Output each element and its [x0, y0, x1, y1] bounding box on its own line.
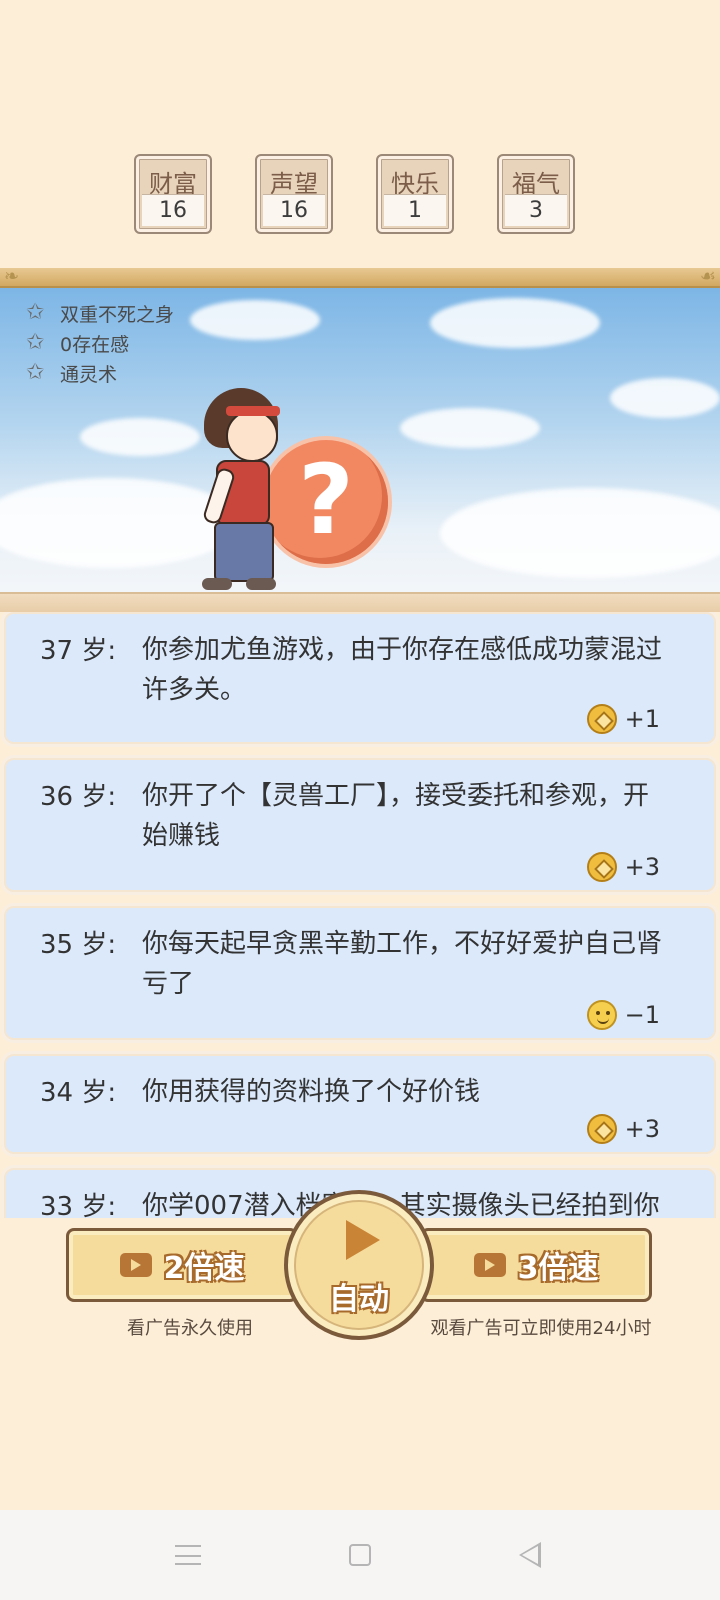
coin-icon [586, 704, 617, 734]
auto-play-button[interactable]: 自动 [284, 1190, 434, 1340]
menu-button[interactable] [168, 1538, 208, 1572]
character-headband [226, 406, 280, 416]
player-character [196, 384, 296, 592]
event-age: 37 岁: [40, 636, 117, 666]
trait-label: 0存在感 [60, 333, 130, 356]
system-nav-bar [0, 1510, 720, 1600]
play-icon [346, 1220, 380, 1260]
character-shoe [246, 578, 276, 590]
star-icon: ✩ [26, 300, 45, 325]
scene-frame: ❧ ☙ ✩ 双重不死之身 ✩ 0存在感 ✩ 通灵术 ? [0, 266, 720, 612]
speed-3x-note: 观看广告可立即使用24小时 [430, 1318, 652, 1339]
character-face [226, 410, 278, 462]
event-text: 你每天起早贪黑辛勤工作，不好好爱护自己肾亏了 [142, 929, 663, 999]
life-event-item: 35 岁: 你每天起早贪黑辛勤工作，不好好爱护自己肾亏了 −1 [4, 906, 716, 1040]
cloud [440, 488, 720, 578]
stat-value: 16 [142, 194, 204, 226]
trait-item: ✩ 通灵术 [26, 358, 174, 388]
trait-item: ✩ 双重不死之身 [26, 298, 174, 328]
speed-2x-button[interactable]: 2倍速 [66, 1228, 298, 1302]
trait-list: ✩ 双重不死之身 ✩ 0存在感 ✩ 通灵术 [26, 298, 174, 388]
life-event-item: 34 岁: 你用获得的资料换了个好价钱 +3 [4, 1054, 716, 1154]
character-shoe [202, 578, 232, 590]
speed-2x-label: 2倍速 [163, 1251, 245, 1286]
stat-wealth: 财富 16 [134, 154, 212, 234]
scene-bottom-border [0, 592, 720, 612]
auto-play-label: 自动 [329, 1282, 389, 1317]
trait-label: 通灵术 [60, 363, 118, 386]
video-ad-icon [119, 1253, 152, 1277]
reward-value: +3 [624, 1115, 660, 1143]
event-reward: +1 [586, 704, 660, 734]
coin-icon [586, 852, 617, 882]
reward-value: +3 [624, 853, 660, 881]
video-ad-icon [473, 1253, 506, 1277]
event-reward: +3 [586, 1114, 660, 1144]
stat-value: 16 [263, 194, 325, 226]
cloud [430, 298, 600, 348]
coin-icon [586, 1114, 617, 1144]
life-event-item: 36 岁: 你开了个【灵兽工厂】，接受委托和参观，开始赚钱 +3 [4, 758, 716, 892]
home-button[interactable] [340, 1538, 380, 1572]
back-icon [519, 1542, 541, 1568]
cloud [80, 418, 200, 456]
speed-2x-note: 看广告永久使用 [127, 1318, 253, 1339]
trait-item: ✩ 0存在感 [26, 328, 174, 358]
stat-fortune: 福气 3 [497, 154, 575, 234]
event-reward: −1 [586, 1000, 660, 1030]
ornament-icon: ☙ [699, 266, 716, 287]
cloud [400, 408, 540, 448]
stats-bar: 财富 16 声望 16 快乐 1 福气 3 [0, 154, 720, 238]
scene-top-border: ❧ ☙ [0, 266, 720, 288]
character-legs [214, 522, 274, 582]
trait-label: 双重不死之身 [60, 303, 175, 326]
event-age: 36 岁: [40, 782, 117, 812]
star-icon: ✩ [26, 330, 45, 355]
stat-happiness: 快乐 1 [376, 154, 454, 234]
star-icon: ✩ [26, 360, 45, 385]
speed-3x-label: 3倍速 [517, 1251, 599, 1286]
sky-scene: ✩ 双重不死之身 ✩ 0存在感 ✩ 通灵术 ? [0, 288, 720, 592]
reward-value: −1 [624, 1001, 660, 1029]
life-event-item: 37 岁: 你参加尤鱼游戏，由于你存在感低成功蒙混过许多关。 +1 [4, 612, 716, 744]
menu-icon [175, 1545, 201, 1565]
stat-value: 1 [384, 194, 446, 226]
stat-value: 3 [505, 194, 567, 226]
event-age: 35 岁: [40, 930, 117, 960]
speed-controls: 2倍速 看广告永久使用 3倍速 观看广告可立即使用24小时 自动 [0, 1190, 720, 1478]
life-event-list[interactable]: 37 岁: 你参加尤鱼游戏，由于你存在感低成功蒙混过许多关。 +1 36 岁: … [0, 612, 720, 1242]
event-age: 34 岁: [40, 1078, 117, 1108]
event-text: 你用获得的资料换了个好价钱 [142, 1077, 481, 1107]
event-reward: +3 [586, 852, 660, 882]
speed-3x-button[interactable]: 3倍速 [420, 1228, 652, 1302]
home-icon [349, 1544, 371, 1566]
stat-reputation: 声望 16 [255, 154, 333, 234]
smiley-icon [586, 1000, 617, 1030]
ornament-icon: ❧ [4, 266, 20, 287]
event-text: 你开了个【灵兽工厂】，接受委托和参观，开始赚钱 [142, 781, 650, 851]
cloud [190, 300, 320, 340]
cloud [610, 378, 720, 418]
event-text: 你参加尤鱼游戏，由于你存在感低成功蒙混过许多关。 [142, 635, 663, 705]
reward-value: +1 [624, 705, 660, 733]
back-button[interactable] [510, 1538, 550, 1572]
